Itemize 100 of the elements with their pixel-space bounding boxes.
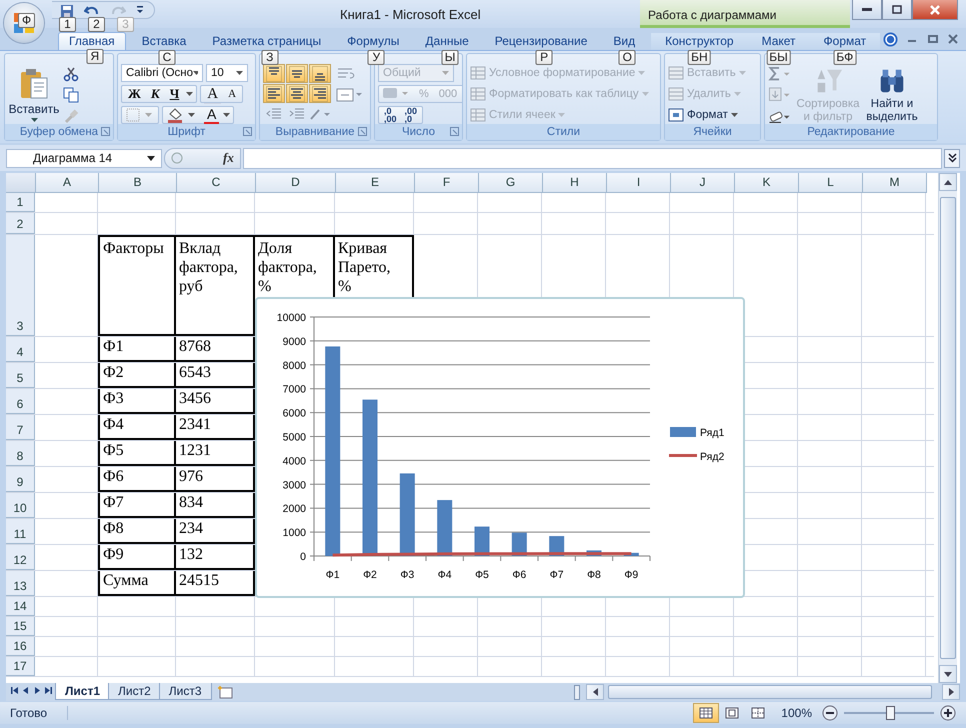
underline-button[interactable]: Ч <box>166 85 182 103</box>
column-header[interactable]: G <box>479 173 543 193</box>
caret-icon[interactable] <box>186 92 194 96</box>
ribbon-tab[interactable]: Рецензирование <box>484 33 598 50</box>
zoom-level[interactable]: 100% <box>781 706 812 720</box>
font-name-field[interactable]: Calibri (Осно <box>121 64 203 82</box>
dialog-launcher-icon[interactable] <box>101 127 110 136</box>
row-header[interactable]: 8 <box>6 441 35 466</box>
shrink-font-button[interactable]: A <box>225 85 240 103</box>
close-icon[interactable] <box>948 34 958 44</box>
bold-button[interactable]: Ж <box>125 85 144 103</box>
row-header[interactable]: 3 <box>6 235 35 336</box>
caret-icon[interactable] <box>223 113 230 117</box>
grow-font-button[interactable]: A <box>204 84 222 104</box>
row-header[interactable]: 14 <box>6 597 35 616</box>
column-header[interactable]: K <box>735 173 799 193</box>
formula-input[interactable] <box>242 148 942 168</box>
zoom-in-icon[interactable] <box>940 705 956 721</box>
dialog-launcher-icon[interactable] <box>358 127 367 136</box>
column-header[interactable]: D <box>256 173 336 193</box>
dialog-launcher-icon[interactable] <box>243 127 252 136</box>
row-header[interactable]: 6 <box>6 389 35 414</box>
merge-cells-icon[interactable] <box>336 87 362 103</box>
zoom-out-icon[interactable] <box>822 705 838 721</box>
scroll-left-button[interactable] <box>586 684 604 700</box>
next-sheet-icon[interactable] <box>32 686 42 695</box>
paste-button[interactable]: Вставить <box>8 64 60 124</box>
find-select-button[interactable]: Найти и выделить <box>864 64 920 124</box>
align-center-button[interactable] <box>286 84 308 103</box>
ribbon-tab[interactable]: Формулы <box>337 33 410 50</box>
scissors-icon[interactable] <box>63 66 79 82</box>
first-sheet-icon[interactable] <box>10 686 20 695</box>
row-header[interactable]: 17 <box>6 657 35 676</box>
row-header[interactable]: 13 <box>6 571 35 596</box>
scroll-up-button[interactable] <box>939 173 957 191</box>
dialog-launcher-icon[interactable] <box>450 127 459 136</box>
ribbon-tab[interactable]: Главная <box>58 32 126 50</box>
column-header[interactable]: B <box>99 173 177 193</box>
caret-icon[interactable] <box>730 113 738 117</box>
close-button[interactable] <box>912 0 958 20</box>
ribbon-tab[interactable]: Вставка <box>132 33 196 50</box>
new-sheet-icon[interactable] <box>216 685 234 699</box>
decrease-decimal-button[interactable]: ,00 ,0 <box>402 106 420 124</box>
column-header[interactable]: M <box>863 173 927 193</box>
column-header[interactable]: J <box>671 173 735 193</box>
minimize-button[interactable] <box>852 0 882 20</box>
align-bottom-button[interactable] <box>309 64 331 83</box>
column-header[interactable]: C <box>177 173 256 193</box>
ribbon-tab[interactable]: Конструктор <box>651 33 748 50</box>
cells-menu-button[interactable]: Формат <box>687 109 728 121</box>
ribbon-tab[interactable]: Макет <box>748 33 810 50</box>
ribbon-tab[interactable]: Формат <box>810 33 880 50</box>
align-top-button[interactable] <box>263 64 285 83</box>
sheet-tab[interactable]: Лист1 <box>55 683 110 700</box>
font-size-field[interactable]: 10 <box>206 64 248 82</box>
column-header[interactable]: H <box>543 173 607 193</box>
align-left-button[interactable] <box>263 84 285 103</box>
align-middle-button[interactable] <box>286 64 308 83</box>
scroll-thumb[interactable] <box>608 685 932 699</box>
column-header[interactable]: F <box>415 173 479 193</box>
expand-button[interactable] <box>944 148 960 168</box>
previous-sheet-icon[interactable] <box>21 686 31 695</box>
copy-icon[interactable] <box>63 87 79 103</box>
column-header[interactable]: L <box>799 173 863 193</box>
zoom-slider-thumb[interactable] <box>886 706 895 720</box>
sheet-tab[interactable]: Лист2 <box>108 683 161 700</box>
scroll-down-button[interactable] <box>939 665 957 683</box>
row-header[interactable]: 9 <box>6 467 35 492</box>
sum-icon[interactable] <box>768 66 792 82</box>
row-header[interactable]: 11 <box>6 519 35 544</box>
last-sheet-icon[interactable] <box>43 686 53 695</box>
align-right-button[interactable] <box>309 84 331 103</box>
undo-icon[interactable] <box>84 4 100 16</box>
row-header[interactable]: 10 <box>6 493 35 518</box>
column-header[interactable]: E <box>336 173 415 193</box>
column-header[interactable]: A <box>36 173 99 193</box>
row-header[interactable]: 5 <box>6 363 35 388</box>
ribbon-tab[interactable]: Разметка страницы <box>202 33 332 50</box>
restore-icon[interactable] <box>928 34 938 44</box>
chart[interactable]: 0 1000 2000 3000 4000 5000 6000 7000 8000 9000 10000 Ф1 Ф2 Ф3 Ф4 Ф5 Ф6 Ф7 Ф8 Ф9 Ряд1 Ряд2 <box>255 297 745 598</box>
round-handle-icon[interactable] <box>171 152 183 164</box>
customize-caret-icon[interactable] <box>136 5 144 15</box>
sheet-tab[interactable]: Лист3 <box>158 683 212 700</box>
scroll-right-button[interactable] <box>942 684 960 700</box>
row-header[interactable]: 1 <box>6 193 35 212</box>
row-header[interactable]: 7 <box>6 415 35 440</box>
row-header[interactable]: 15 <box>6 617 35 636</box>
maximize-button[interactable] <box>882 0 912 20</box>
ribbon-tab[interactable]: Вид <box>603 33 646 50</box>
row-header[interactable]: 4 <box>6 337 35 362</box>
scroll-thumb[interactable] <box>940 197 956 659</box>
column-header[interactable]: I <box>607 173 671 193</box>
save-icon[interactable] <box>60 4 74 16</box>
row-header[interactable]: 12 <box>6 545 35 570</box>
normal-view-button[interactable] <box>693 703 720 723</box>
italic-button[interactable]: К <box>148 85 163 103</box>
ribbon-tab[interactable]: Данные <box>415 33 479 50</box>
name-box[interactable]: Диаграмма 14 <box>6 148 162 168</box>
help-icon[interactable] <box>883 32 898 46</box>
row-header[interactable]: 2 <box>6 213 35 234</box>
